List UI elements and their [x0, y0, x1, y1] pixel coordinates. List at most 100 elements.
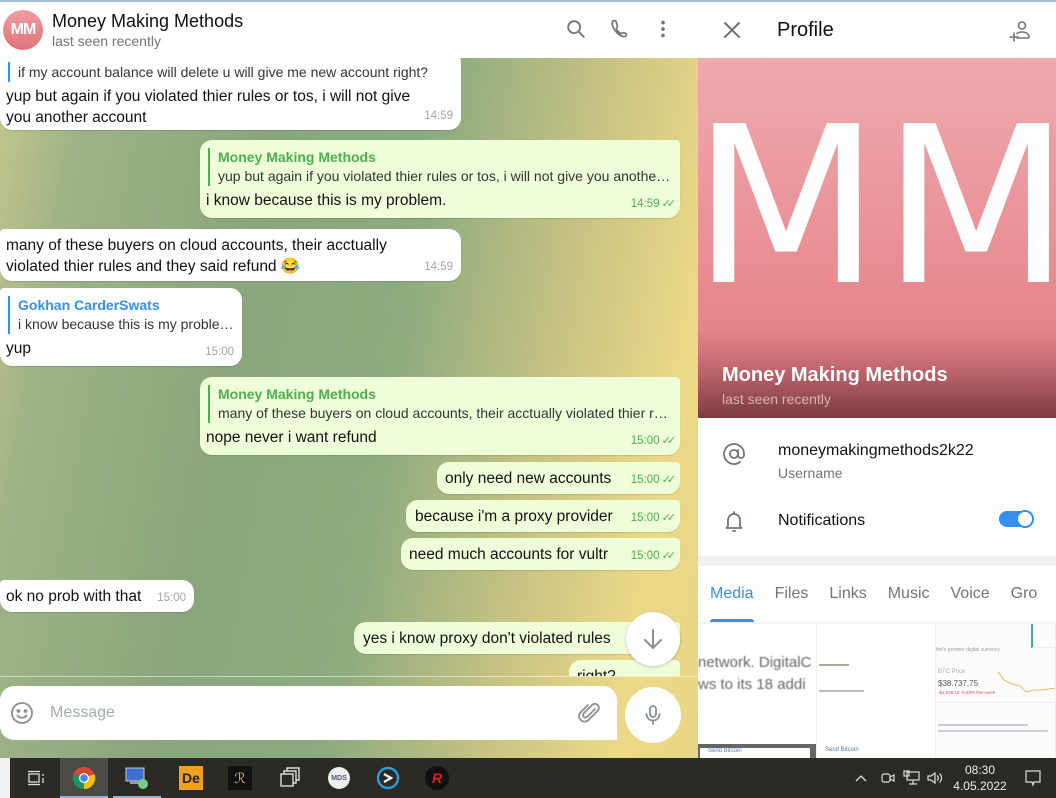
- clock-date: 4.05.2022: [953, 779, 1007, 793]
- message-text: nope never i want refund: [206, 429, 377, 446]
- show-hidden-icons[interactable]: [855, 758, 867, 798]
- chat-header[interactable]: MM Money Making Methods last seen recent…: [0, 2, 698, 58]
- message-outgoing[interactable]: need much accounts for vultr 15:00 ✓✓: [401, 538, 680, 570]
- message-time: 14:59 ✓✓: [630, 198, 676, 210]
- attach-icon[interactable]: [577, 701, 601, 730]
- message-outgoing[interactable]: only need new accounts 15:00 ✓✓: [437, 462, 680, 494]
- message-time: 15:00: [205, 346, 234, 358]
- chrome-icon[interactable]: [60, 758, 108, 798]
- composer-divider: [0, 676, 698, 677]
- thumbnail-text: -$2.838,18 -6.83% this week: [938, 690, 996, 695]
- s-app-icon[interactable]: [364, 758, 412, 798]
- network-icon[interactable]: [903, 758, 921, 798]
- thumbnail-caption: Send Bitcoin: [700, 748, 810, 758]
- reply-quote[interactable]: Money Making Methods many of these buyer…: [208, 385, 672, 423]
- scroll-to-bottom-button[interactable]: [626, 612, 680, 666]
- more-options-icon[interactable]: [650, 16, 676, 42]
- reply-text: i know because this is my problem.: [18, 316, 234, 332]
- message-outgoing[interactable]: because i'm a proxy provider 15:00 ✓✓: [406, 500, 680, 532]
- telegram-window: MM Money Making Methods last seen recent…: [0, 0, 1056, 758]
- windows-taskbar: De ℛ MDS R 08:30 4.05.2022: [0, 758, 1056, 798]
- tab-voice[interactable]: Voice: [951, 566, 990, 622]
- media-thumbnail[interactable]: network. DigitalC ws to its 18 addi Send…: [698, 624, 817, 758]
- arrow-down-icon: [644, 629, 662, 650]
- tab-links[interactable]: Links: [829, 566, 866, 622]
- notifications-label: Notifications: [778, 512, 866, 529]
- chat-avatar[interactable]: MM: [3, 10, 43, 50]
- notifications-toggle[interactable]: [999, 510, 1034, 528]
- message-time: 14:59: [424, 110, 453, 122]
- message-composer: [0, 676, 698, 758]
- media-thumbnail[interactable]: the's premier digital currency BTC Price…: [936, 624, 1056, 758]
- bell-icon: [722, 509, 746, 538]
- read-check-icon: ✓✓: [661, 550, 677, 562]
- message-outgoing[interactable]: Money Making Methods many of these buyer…: [200, 377, 680, 455]
- username-label: Username: [778, 465, 843, 481]
- system-clock[interactable]: 08:30 4.05.2022: [947, 762, 1013, 794]
- chat-title[interactable]: Money Making Methods: [52, 11, 243, 32]
- notification-center-icon[interactable]: [1024, 758, 1042, 798]
- reply-sender: Money Making Methods: [218, 386, 376, 402]
- message-text: yup but again if you violated thier rule…: [6, 88, 411, 126]
- message-incoming[interactable]: many of these buyers on cloud accounts, …: [0, 229, 461, 281]
- tab-files[interactable]: Files: [775, 566, 809, 622]
- username-value[interactable]: moneymakingmethods2k22: [778, 442, 974, 460]
- profile-header: Profile: [698, 2, 1056, 58]
- gold-app-icon[interactable]: ℛ: [216, 758, 264, 798]
- reply-sender: Gokhan CarderSwats: [18, 297, 160, 313]
- meet-now-icon[interactable]: [880, 758, 896, 798]
- read-check-icon: ✓✓: [661, 474, 677, 486]
- profile-photo[interactable]: MM Money Making Methods last seen recent…: [698, 58, 1056, 418]
- tab-media[interactable]: Media: [710, 566, 754, 622]
- notifications-row[interactable]: Notifications: [698, 500, 1056, 544]
- message-outgoing[interactable]: Money Making Methods yup but again if yo…: [200, 140, 680, 218]
- section-divider: [698, 556, 1056, 566]
- media-grid: network. DigitalC ws to its 18 addi Send…: [698, 624, 1056, 758]
- voice-record-button[interactable]: [625, 687, 681, 743]
- reply-text: many of these buyers on cloud accounts, …: [218, 405, 668, 421]
- message-incoming[interactable]: if my account balance will delete u will…: [0, 58, 461, 130]
- task-view-icon[interactable]: [12, 758, 60, 798]
- read-check-icon: ✓✓: [661, 512, 677, 524]
- profile-initials: MM: [698, 81, 1056, 334]
- clock-time: 08:30: [964, 763, 996, 777]
- profile-title: Profile: [777, 19, 834, 41]
- chat-pane: MM Money Making Methods last seen recent…: [0, 2, 698, 758]
- thumbnail-text: network. DigitalC ws to its 18 addi: [698, 654, 812, 693]
- thumbnail-text: BTC Price: [938, 669, 966, 675]
- mds-icon[interactable]: MDS: [315, 758, 363, 798]
- thumbnail-text: $38.737,75: [938, 679, 979, 688]
- phone-icon[interactable]: [607, 16, 633, 42]
- add-contact-icon[interactable]: [1009, 19, 1033, 48]
- reply-quote[interactable]: Money Making Methods yup but again if yo…: [208, 148, 672, 186]
- window-switcher-icon[interactable]: [266, 758, 314, 798]
- message-time: 15:00: [157, 592, 186, 604]
- volume-icon[interactable]: [926, 758, 944, 798]
- dreamweaver-icon[interactable]: De: [167, 758, 215, 798]
- shared-media-tabs: Media Files Links Music Voice Gro: [698, 566, 1056, 622]
- message-input[interactable]: [50, 700, 550, 726]
- message-text: i know because this is my problem.: [206, 192, 447, 209]
- media-thumbnail[interactable]: Send Bitcoin: [817, 624, 936, 758]
- profile-name: Money Making Methods: [722, 364, 948, 386]
- message-text: right?: [577, 666, 672, 676]
- redline-icon[interactable]: R: [413, 758, 461, 798]
- message-time: 15:00 ✓✓: [630, 474, 677, 486]
- message-text: yup: [6, 340, 31, 357]
- message-incoming[interactable]: Gokhan CarderSwats i know because this i…: [0, 288, 242, 366]
- read-check-icon: ✓✓: [661, 435, 677, 447]
- emoji-icon[interactable]: [10, 701, 34, 730]
- remote-desktop-icon[interactable]: [113, 758, 161, 798]
- close-icon[interactable]: [723, 21, 741, 44]
- reply-quote[interactable]: if my account balance will delete u will…: [8, 62, 453, 82]
- tab-music[interactable]: Music: [888, 566, 930, 622]
- reply-quote[interactable]: Gokhan CarderSwats i know because this i…: [8, 296, 234, 334]
- tab-groups[interactable]: Gro: [1011, 566, 1038, 622]
- search-icon[interactable]: [563, 16, 589, 42]
- price-sparkline: [998, 671, 1055, 693]
- message-time: 15:00 ✓✓: [630, 512, 677, 524]
- message-list[interactable]: if my account balance will delete u will…: [0, 58, 698, 676]
- username-row[interactable]: moneymakingmethods2k22 Username: [698, 428, 1056, 486]
- message-time: 15:00 ✓✓: [630, 435, 677, 447]
- message-incoming[interactable]: ok no prob with that 15:00: [0, 580, 194, 612]
